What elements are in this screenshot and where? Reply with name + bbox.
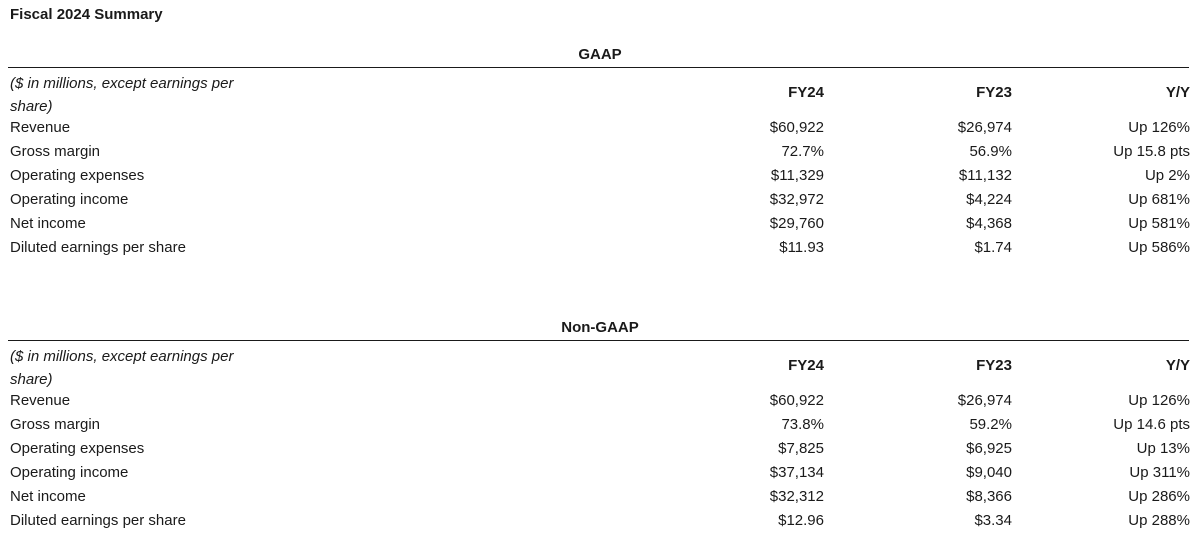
fy24-value: $12.96: [778, 512, 824, 529]
column-header-fy23: FY23: [976, 84, 1012, 101]
row-label: Operating income: [10, 464, 129, 481]
table-row: Gross margin 73.8% 59.2% Up 14.6 pts: [0, 413, 1204, 437]
column-header-fy24: FY24: [788, 357, 824, 374]
units-note: ($ in millions, except earnings per shar…: [10, 75, 234, 115]
table-row: Diluted earnings per share $12.96 $3.34 …: [0, 509, 1204, 533]
fy23-value: 56.9%: [969, 143, 1012, 160]
yy-value: Up 581%: [1128, 215, 1190, 232]
yy-value: Up 311%: [1129, 464, 1190, 481]
yy-value: Up 126%: [1128, 119, 1190, 136]
row-label: Diluted earnings per share: [10, 512, 186, 529]
row-label: Gross margin: [10, 143, 101, 160]
fy24-value: $60,922: [769, 119, 824, 136]
fy23-value: $26,974: [957, 119, 1012, 136]
fy24-value: 72.7%: [781, 143, 824, 160]
yy-value: Up 288%: [1128, 512, 1190, 529]
row-label: Revenue: [10, 119, 71, 136]
fy23-value: 59.2%: [969, 416, 1012, 433]
fy24-value: $60,922: [769, 392, 824, 409]
table-row: Operating income $32,972 $4,224 Up 681%: [0, 188, 1204, 212]
column-header-fy23: FY23: [976, 357, 1012, 374]
fy23-value: $11,132: [958, 167, 1012, 184]
row-label: Operating expenses: [10, 440, 145, 457]
table-row: Operating expenses $7,825 $6,925 Up 13%: [0, 437, 1204, 461]
fy23-value: $1.74: [974, 239, 1012, 256]
column-header-fy24: FY24: [788, 84, 824, 101]
fy24-value: $32,312: [769, 488, 824, 505]
table-row: Net income $29,760 $4,368 Up 581%: [0, 212, 1204, 236]
table-row: Gross margin 72.7% 56.9% Up 15.8 pts: [0, 140, 1204, 164]
row-label: Net income: [10, 488, 86, 505]
fy23-value: $4,368: [966, 215, 1012, 232]
section-divider: [8, 340, 1189, 341]
table-row: Operating expenses $11,329 $11,132 Up 2%: [0, 164, 1204, 188]
fy24-value: $29,760: [769, 215, 824, 232]
yy-value: Up 681%: [1128, 191, 1190, 208]
fy23-value: $9,040: [966, 464, 1012, 481]
fy23-value: $4,224: [966, 191, 1012, 208]
yy-value: Up 126%: [1128, 392, 1190, 409]
yy-value: Up 14.6 pts: [1113, 416, 1190, 433]
fy24-value: $37,134: [769, 464, 824, 481]
page-title: Fiscal 2024 Summary: [10, 6, 163, 23]
yy-value: Up 286%: [1128, 488, 1190, 505]
table-row: Diluted earnings per share $11.93 $1.74 …: [0, 236, 1204, 260]
fy24-value: $11,329: [770, 167, 824, 184]
fy24-value: $11.93: [779, 239, 824, 256]
table-row: Operating income $37,134 $9,040 Up 311%: [0, 461, 1204, 485]
column-header-yy: Y/Y: [1165, 84, 1190, 101]
units-note: ($ in millions, except earnings per shar…: [10, 348, 234, 388]
table-row: Revenue $60,922 $26,974 Up 126%: [0, 389, 1204, 413]
row-label: Operating expenses: [10, 167, 145, 184]
column-header-yy: Y/Y: [1165, 357, 1190, 374]
yy-value: Up 586%: [1128, 239, 1190, 256]
fy24-value: $32,972: [769, 191, 824, 208]
yy-value: Up 15.8 pts: [1113, 143, 1190, 160]
fy24-value: $7,825: [778, 440, 824, 457]
fy23-value: $8,366: [966, 488, 1012, 505]
section-title: GAAP: [578, 46, 622, 63]
section-title: Non-GAAP: [561, 319, 639, 336]
row-label: Operating income: [10, 191, 129, 208]
row-label: Diluted earnings per share: [10, 239, 186, 256]
table-row: Net income $32,312 $8,366 Up 286%: [0, 485, 1204, 509]
fy23-value: $3.34: [974, 512, 1012, 529]
section-divider: [8, 67, 1189, 68]
row-label: Gross margin: [10, 416, 101, 433]
fy23-value: $6,925: [966, 440, 1012, 457]
fy24-value: 73.8%: [781, 416, 824, 433]
table-row: Revenue $60,922 $26,974 Up 126%: [0, 116, 1204, 140]
row-label: Revenue: [10, 392, 71, 409]
row-label: Net income: [10, 215, 86, 232]
yy-value: Up 13%: [1136, 440, 1190, 457]
fy23-value: $26,974: [957, 392, 1012, 409]
yy-value: Up 2%: [1144, 167, 1190, 184]
